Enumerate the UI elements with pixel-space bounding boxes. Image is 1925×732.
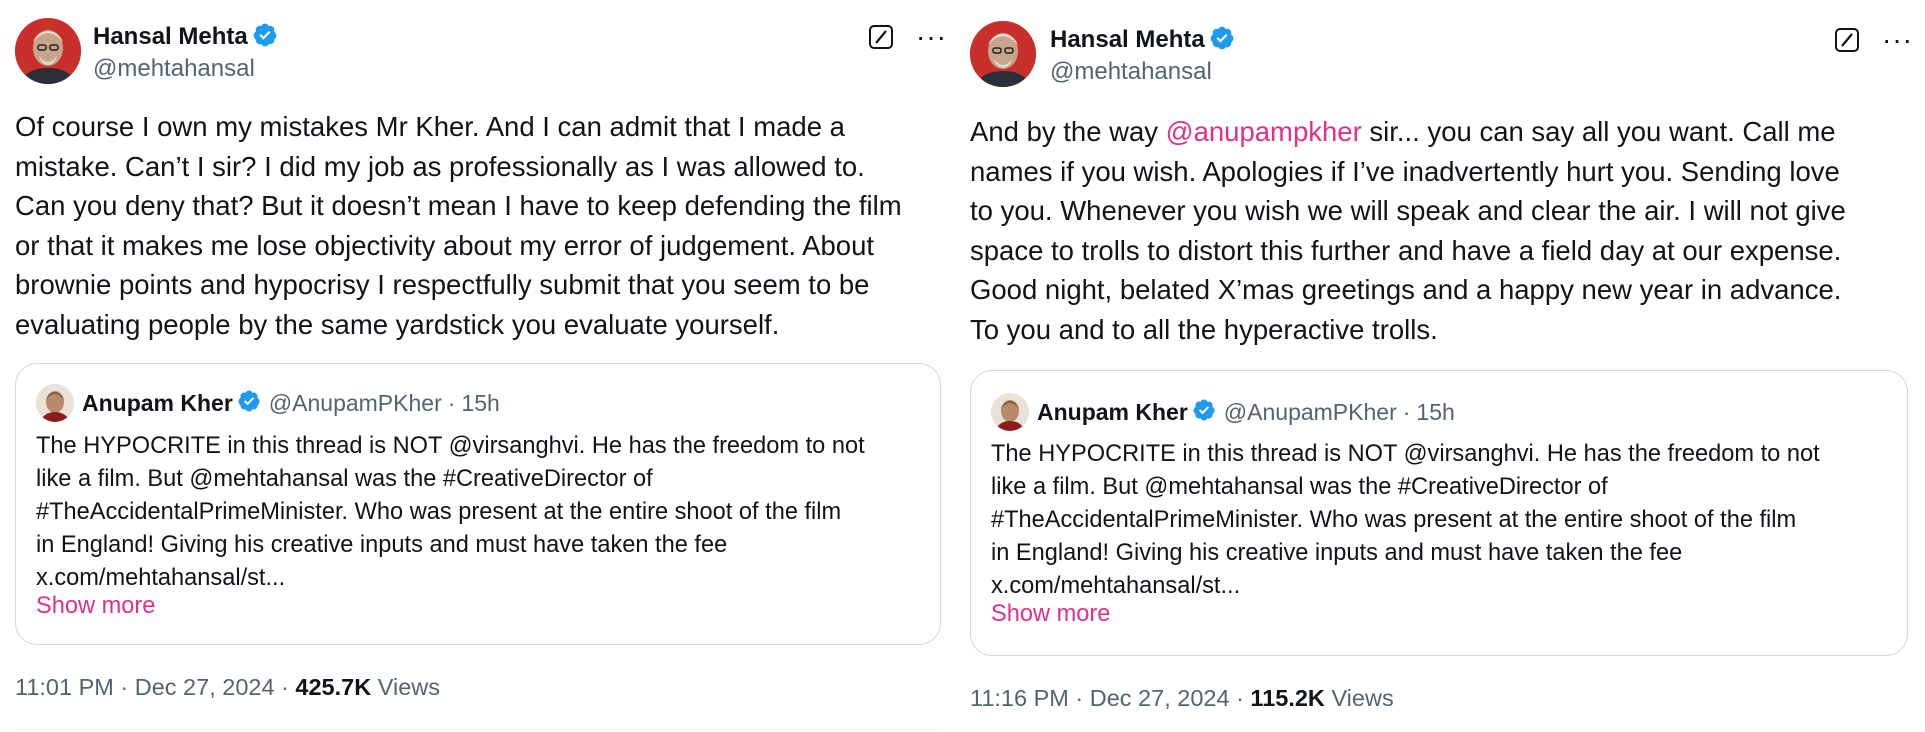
mention-link[interactable]: @anupampkher	[1166, 116, 1362, 147]
author-name[interactable]: Hansal Mehta	[1050, 25, 1235, 58]
tweet-time[interactable]: 11:01 PM	[15, 674, 114, 700]
dot-separator: ·	[1402, 398, 1411, 425]
quote-tweet-card[interactable]: Anupam Kher @AnupamPKher · 15h The HYPOC…	[970, 370, 1908, 656]
quote-timestamp[interactable]: 15h	[1416, 399, 1454, 426]
tweet-text-segment: And by the way	[970, 116, 1166, 147]
more-options-icon[interactable]: ···	[1882, 26, 1913, 54]
tweet-card: Hansal Mehta @mehtahansal ··· Of course …	[0, 0, 955, 732]
views-count: 425.7K	[295, 674, 372, 700]
quote-link[interactable]: x.com/mehtahansal/st...	[991, 570, 1820, 603]
quote-author-avatar[interactable]	[36, 384, 74, 422]
quote-text-line: #TheAccidentalPrimeMinister. Who was pre…	[991, 507, 1797, 533]
verified-badge-icon	[1209, 25, 1235, 58]
tweet-text-line: space to trolls to distort this further …	[970, 234, 1842, 266]
quote-author-name[interactable]: Anupam Kher	[1037, 399, 1188, 426]
tweet-text-line: brownie points and hypocrisy I respectfu…	[15, 269, 870, 300]
tweet-text: And by the way @anupampkher sir... you c…	[970, 112, 1846, 349]
quote-author-handle[interactable]: @AnupamPKher	[269, 390, 442, 417]
verified-badge-icon	[237, 389, 261, 418]
verified-badge-icon	[252, 22, 278, 55]
author-name-text[interactable]: Hansal Mehta	[1050, 26, 1205, 53]
verified-badge-icon	[1192, 398, 1216, 427]
quote-author-handle[interactable]: @AnupamPKher	[1224, 399, 1397, 426]
quote-text-line: #TheAccidentalPrimeMinister. Who was pre…	[36, 499, 842, 525]
quote-link[interactable]: x.com/mehtahansal/st...	[36, 562, 865, 595]
quote-text-line: The HYPOCRITE in this thread is NOT @vir…	[36, 433, 865, 459]
tweet-actions-top: ···	[1834, 26, 1913, 54]
quote-timestamp[interactable]: 15h	[461, 390, 499, 417]
tweet-text-line: And by the way @anupampkher sir... you c…	[970, 112, 1846, 152]
tweet-time[interactable]: 11:16 PM	[970, 685, 1069, 711]
tweet-text-line: Can you deny that? But it doesn’t mean I…	[15, 190, 902, 221]
divider	[15, 729, 940, 730]
dot-separator: ·	[1075, 685, 1090, 711]
dot-separator: ·	[120, 674, 135, 700]
tweet-text-line: or that it makes me lose objectivity abo…	[15, 229, 875, 261]
quote-text-line: in England! Giving his creative inputs a…	[36, 532, 728, 558]
quote-header: Anupam Kher @AnupamPKher · 15h	[991, 393, 1455, 431]
quote-author-name[interactable]: Anupam Kher	[82, 390, 233, 417]
quote-text-line: like a film. But @mehtahansal was the #C…	[991, 474, 1608, 500]
author-handle[interactable]: @mehtahansal	[93, 55, 255, 83]
quote-tweet-card[interactable]: Anupam Kher @AnupamPKher · 15h The HYPOC…	[15, 363, 941, 645]
tweet-card: Hansal Mehta @mehtahansal ··· And by the…	[958, 0, 1925, 732]
grok-icon[interactable]	[1834, 27, 1860, 53]
grok-icon[interactable]	[868, 24, 894, 50]
tweet-text-line: To you and to all the hyperactive trolls…	[970, 313, 1438, 345]
tweet-text-segment: sir... you can say all you want. Call me	[1361, 116, 1836, 147]
show-more-link[interactable]: Show more	[991, 601, 1110, 628]
views-label: Views	[377, 674, 440, 700]
tweet-text-line: Good night, belated X’mas greetings and …	[970, 274, 1842, 305]
quote-text-line: in England! Giving his creative inputs a…	[991, 540, 1683, 566]
quote-author-avatar[interactable]	[991, 393, 1029, 431]
quote-text-line: like a film. But @mehtahansal was the #C…	[36, 466, 653, 492]
tweet-meta: 11:16 PM · Dec 27, 2024 · 115.2K Views	[970, 685, 1394, 712]
quote-header: Anupam Kher @AnupamPKher · 15h	[36, 384, 500, 422]
author-handle[interactable]: @mehtahansal	[1050, 58, 1212, 86]
tweet-date[interactable]: Dec 27, 2024	[135, 674, 275, 700]
more-options-icon[interactable]: ···	[916, 23, 947, 51]
author-avatar[interactable]	[15, 18, 81, 84]
quote-text-line: The HYPOCRITE in this thread is NOT @vir…	[991, 441, 1820, 467]
quote-text: The HYPOCRITE in this thread is NOT @vir…	[991, 438, 1820, 603]
tweet-text-line: evaluating people by the same yardstick …	[15, 308, 780, 340]
tweet-text-line: Of course I own my mistakes Mr Kher. And…	[15, 111, 845, 142]
tweet-text-line: names if you wish. Apologies if I’ve ina…	[970, 155, 1840, 187]
quote-text: The HYPOCRITE in this thread is NOT @vir…	[36, 430, 865, 595]
views-label: Views	[1331, 685, 1394, 711]
views-count: 115.2K	[1250, 685, 1325, 711]
author-avatar[interactable]	[970, 21, 1036, 87]
dot-separator: ·	[447, 389, 456, 416]
tweet-meta: 11:01 PM · Dec 27, 2024 · 425.7K Views	[15, 674, 440, 701]
tweet-date[interactable]: Dec 27, 2024	[1090, 685, 1230, 711]
dot-separator: ·	[1236, 685, 1251, 711]
show-more-link[interactable]: Show more	[36, 593, 155, 620]
dot-separator: ·	[281, 674, 296, 700]
tweet-text-line: to you. Whenever you wish we will speak …	[970, 195, 1846, 226]
author-name-text[interactable]: Hansal Mehta	[93, 23, 248, 50]
tweet-text-line: mistake. Can’t I sir? I did my job as pr…	[15, 150, 865, 182]
tweet-actions-top: ···	[868, 23, 947, 51]
tweet-text: Of course I own my mistakes Mr Kher. And…	[15, 107, 902, 344]
author-name[interactable]: Hansal Mehta	[93, 22, 278, 55]
